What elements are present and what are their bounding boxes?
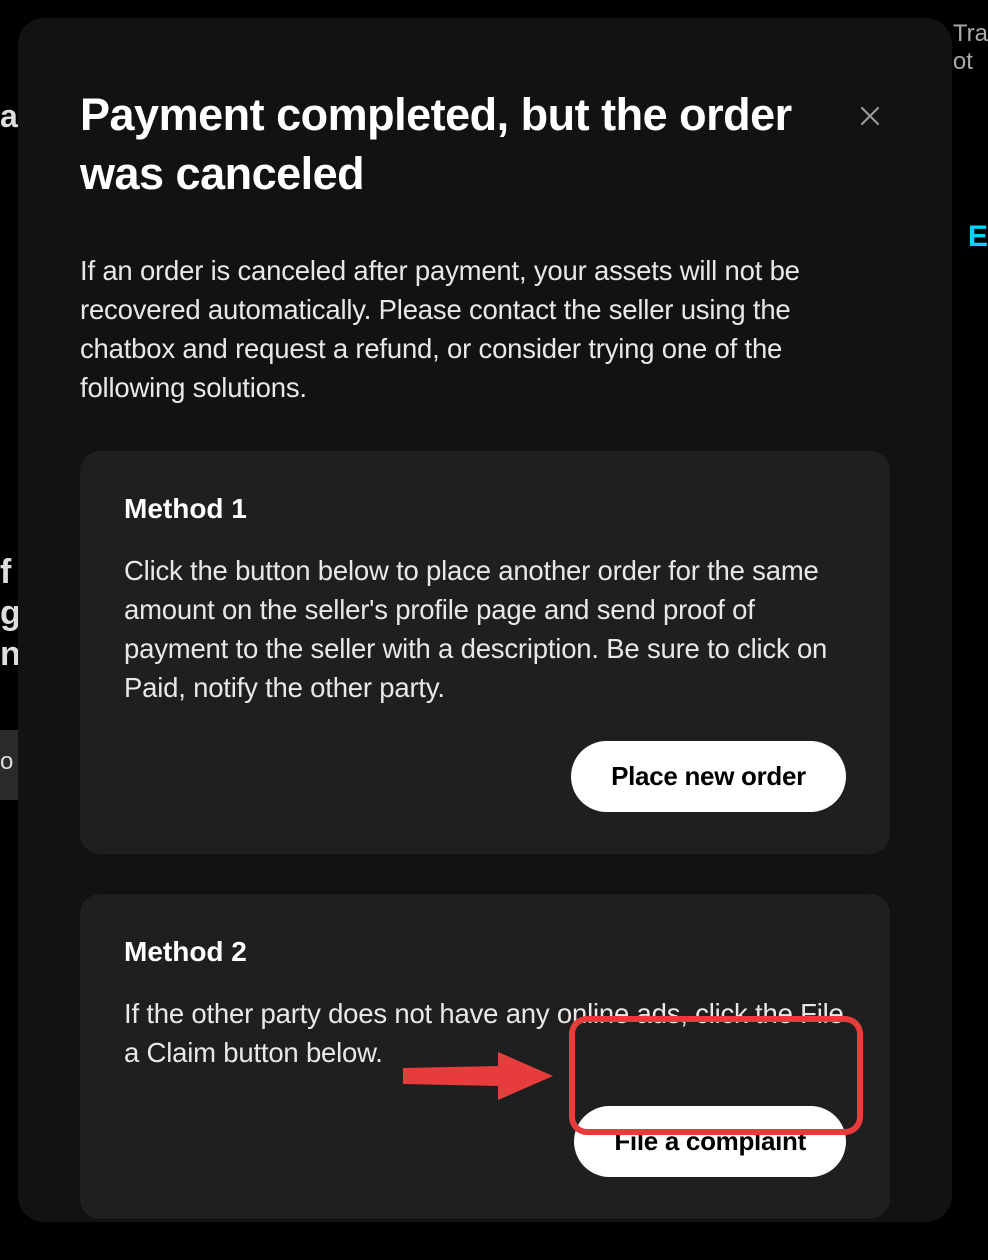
method-card-1: Method 1 Click the button below to place… <box>80 451 890 854</box>
bg-fragment: Tra ot <box>953 20 988 76</box>
modal-header: Payment completed, but the order was can… <box>80 86 890 203</box>
method-title: Method 1 <box>124 493 846 525</box>
modal-title: Payment completed, but the order was can… <box>80 86 850 203</box>
method-actions: File a complaint <box>124 1106 846 1177</box>
close-icon <box>858 104 882 128</box>
bg-fragment: E <box>968 220 988 254</box>
method-actions: Place new order <box>124 741 846 812</box>
payment-canceled-modal: Payment completed, but the order was can… <box>18 18 952 1222</box>
method-description: If the other party does not have any onl… <box>124 994 846 1072</box>
method-description: Click the button below to place another … <box>124 551 846 707</box>
method-title: Method 2 <box>124 936 846 968</box>
modal-description: If an order is canceled after payment, y… <box>80 251 890 407</box>
method-card-2: Method 2 If the other party does not hav… <box>80 894 890 1219</box>
close-button[interactable] <box>850 96 890 136</box>
file-complaint-button[interactable]: File a complaint <box>574 1106 846 1177</box>
place-new-order-button[interactable]: Place new order <box>571 741 846 812</box>
bg-fragment: a <box>0 98 18 135</box>
